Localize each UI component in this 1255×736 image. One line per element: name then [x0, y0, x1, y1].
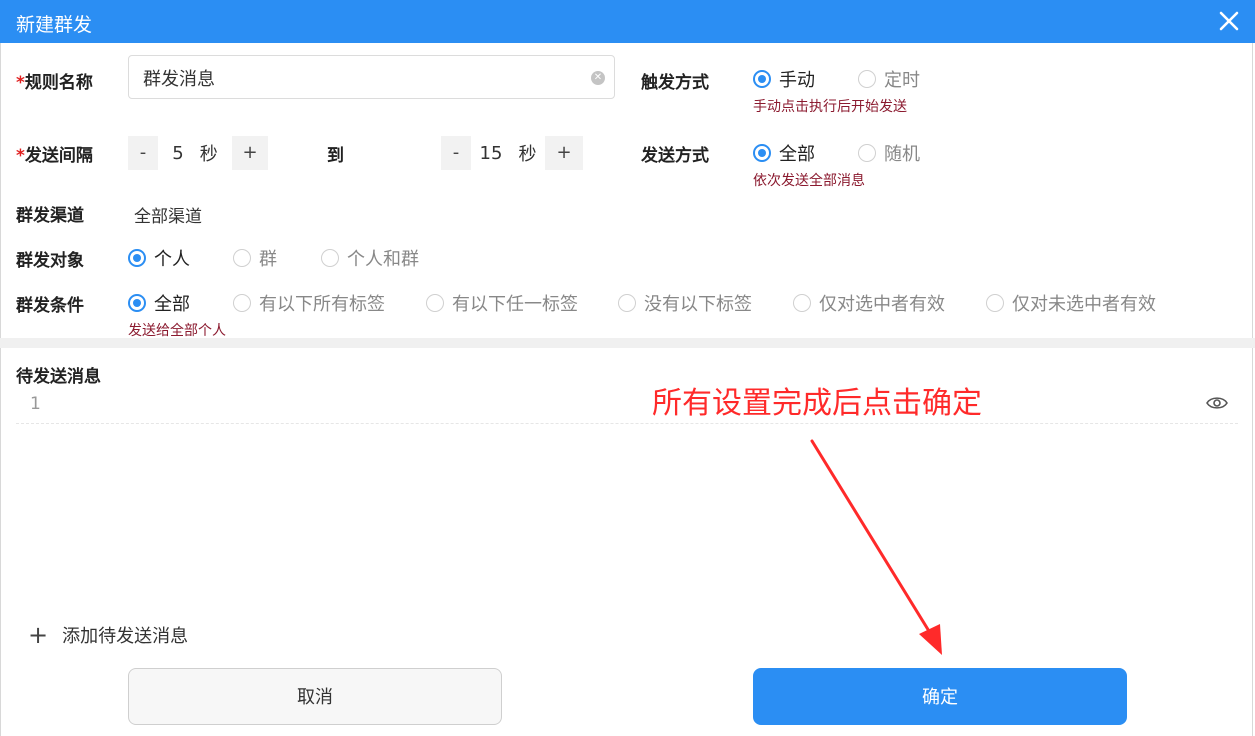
target-option-person-and-group[interactable]: 个人和群 [321, 245, 419, 271]
interval-label-text: 发送间隔 [24, 146, 93, 166]
channel-label: 群发渠道 [16, 206, 84, 226]
interval-max-stepper: - 15 秒 + [441, 136, 583, 170]
rule-name-field[interactable]: ✕ [128, 55, 615, 99]
radio-unchecked-icon [858, 70, 876, 88]
target-option-label: 个人和群 [347, 249, 419, 270]
radio-unchecked-icon [618, 294, 636, 312]
plus-icon: + [28, 621, 49, 649]
radio-unchecked-icon [426, 294, 444, 312]
rule-name-label-text: 规则名称 [24, 73, 93, 93]
interval-label: *发送间隔 [16, 141, 93, 166]
pending-message-index[interactable]: 1 [30, 394, 41, 414]
interval-max-number: 15 [479, 142, 503, 164]
condition-option-label: 仅对选中者有效 [819, 294, 945, 315]
condition-option-all-tags[interactable]: 有以下所有标签 [233, 290, 385, 316]
target-option-label: 群 [259, 249, 277, 270]
required-mark: * [16, 73, 25, 93]
channel-value[interactable]: 全部渠道 [134, 202, 202, 227]
condition-option-all[interactable]: 全部 [128, 290, 190, 316]
required-mark: * [16, 146, 25, 166]
condition-option-label: 没有以下标签 [644, 294, 752, 315]
add-message-button[interactable]: + 添加待发送消息 [28, 622, 188, 648]
interval-max-unit: 秒 [518, 144, 537, 165]
condition-option-label: 有以下所有标签 [259, 294, 385, 315]
dialog-title: 新建群发 [16, 14, 93, 36]
interval-min-number: 5 [172, 142, 184, 164]
trigger-option-label: 定时 [884, 70, 920, 91]
dialog-titlebar: 新建群发 [0, 0, 1255, 43]
trigger-hint: 手动点击执行后开始发送 [753, 99, 907, 115]
send-mode-option-random[interactable]: 随机 [858, 140, 920, 166]
condition-option-label: 仅对未选中者有效 [1012, 294, 1156, 315]
send-mode-hint: 依次发送全部消息 [753, 173, 865, 189]
interval-to-label: 到 [327, 146, 344, 166]
section-divider [0, 338, 1255, 348]
radio-checked-icon [753, 144, 771, 162]
send-mode-label: 发送方式 [641, 146, 709, 166]
trigger-label: 触发方式 [641, 73, 709, 93]
cancel-button[interactable]: 取消 [128, 668, 502, 725]
interval-max-increment-button[interactable]: + [545, 136, 583, 170]
add-message-label: 添加待发送消息 [62, 626, 189, 647]
condition-option-unselected-only[interactable]: 仅对未选中者有效 [986, 290, 1156, 316]
condition-option-any-tag[interactable]: 有以下任一标签 [426, 290, 578, 316]
target-label: 群发对象 [16, 251, 84, 271]
pending-messages-label: 待发送消息 [16, 367, 101, 387]
trigger-option-label: 手动 [779, 70, 815, 91]
radio-checked-icon [753, 70, 771, 88]
radio-checked-icon [128, 294, 146, 312]
eye-icon[interactable] [1206, 394, 1228, 412]
radio-unchecked-icon [321, 249, 339, 267]
interval-min-stepper: - 5秒 + [128, 136, 268, 170]
radio-unchecked-icon [858, 144, 876, 162]
trigger-option-manual[interactable]: 手动 [753, 66, 815, 92]
radio-unchecked-icon [793, 294, 811, 312]
radio-unchecked-icon [233, 294, 251, 312]
interval-min-increment-button[interactable]: + [232, 136, 268, 170]
condition-hint: 发送给全部个人 [128, 323, 226, 339]
close-icon[interactable] [1215, 7, 1243, 35]
annotation-text: 所有设置完成后点击确定 [652, 386, 982, 421]
condition-option-label: 有以下任一标签 [452, 294, 578, 315]
radio-unchecked-icon [986, 294, 1004, 312]
send-mode-option-label: 全部 [779, 144, 815, 165]
confirm-button[interactable]: 确定 [753, 668, 1127, 725]
interval-max-value[interactable]: 15 秒 [471, 136, 545, 170]
send-mode-option-label: 随机 [884, 144, 920, 165]
interval-min-decrement-button[interactable]: - [128, 136, 158, 170]
trigger-option-scheduled[interactable]: 定时 [858, 66, 920, 92]
condition-option-no-tags[interactable]: 没有以下标签 [618, 290, 752, 316]
send-mode-option-all[interactable]: 全部 [753, 140, 815, 166]
clear-icon[interactable]: ✕ [591, 71, 605, 85]
rule-name-label: *规则名称 [16, 68, 93, 93]
interval-min-unit: 秒 [199, 144, 218, 165]
pending-message-row [16, 423, 1238, 424]
condition-option-selected-only[interactable]: 仅对选中者有效 [793, 290, 945, 316]
target-option-group[interactable]: 群 [233, 245, 277, 271]
interval-min-value[interactable]: 5秒 [158, 136, 232, 170]
rule-name-input[interactable] [141, 64, 585, 92]
interval-max-decrement-button[interactable]: - [441, 136, 471, 170]
condition-label: 群发条件 [16, 296, 84, 316]
condition-option-label: 全部 [154, 294, 190, 315]
target-option-person[interactable]: 个人 [128, 245, 190, 271]
radio-unchecked-icon [233, 249, 251, 267]
radio-checked-icon [128, 249, 146, 267]
target-option-label: 个人 [154, 249, 190, 270]
